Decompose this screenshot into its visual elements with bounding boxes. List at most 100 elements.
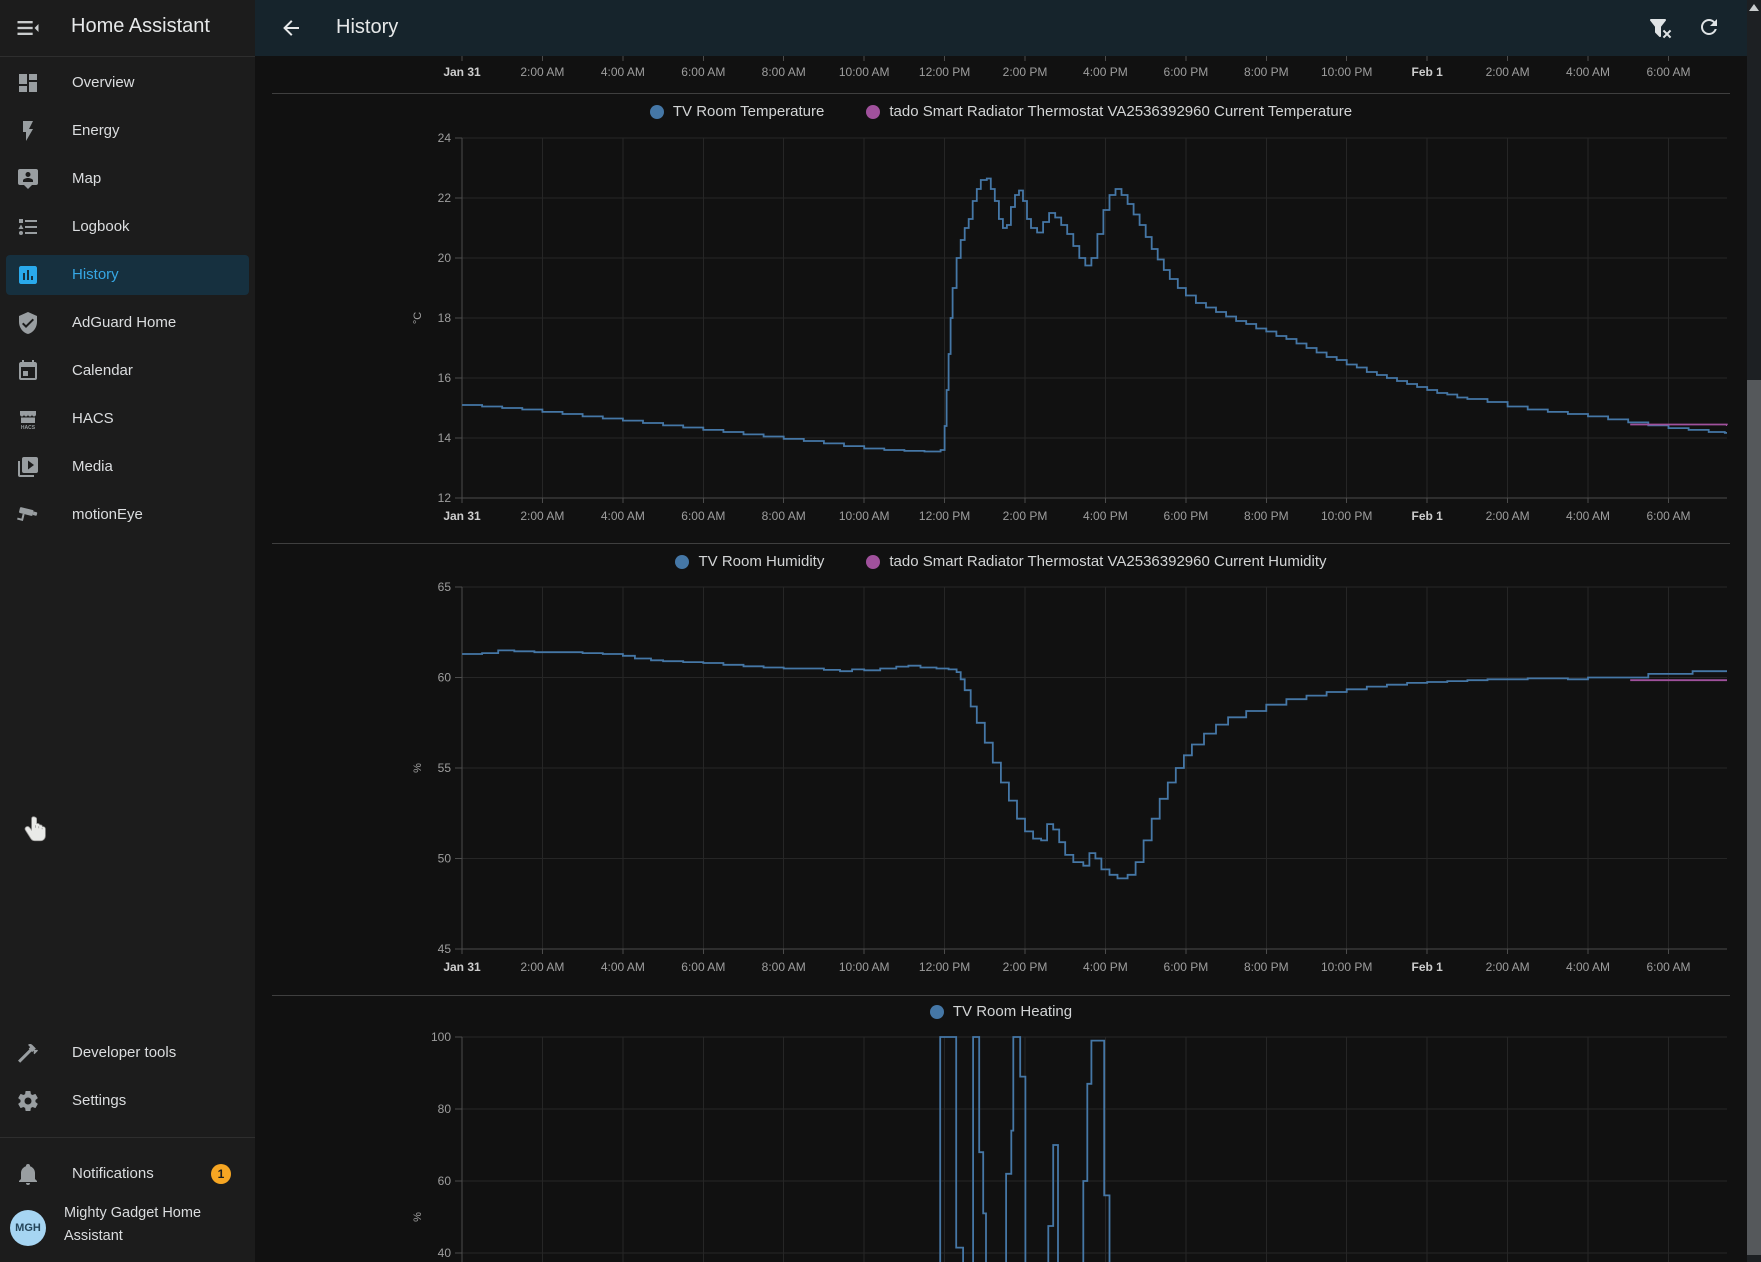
gridlines <box>462 138 1727 498</box>
chart-divider <box>272 93 1730 94</box>
sidebar-item-label: Notifications <box>72 1154 154 1194</box>
x-axis-label: 6:00 PM <box>1164 65 1209 79</box>
filter-remove-icon[interactable] <box>1648 16 1672 40</box>
history-charts-panel: Jan 31 2:00 AM 4:00 AM 6:00 AM 8:00 AM 10:00 … <box>255 56 1747 1262</box>
sidebar-item-settings[interactable]: Settings <box>6 1081 249 1121</box>
legend-item[interactable]: TV Room Heating <box>930 1003 1072 1020</box>
sidebar-item-energy[interactable]: Energy <box>6 111 249 151</box>
sidebar-item-history[interactable]: History <box>6 255 249 295</box>
humidity-chart[interactable]: 6560555045%Jan 312:00 AM4:00 AM6:00 AM8:… <box>255 544 1747 995</box>
y-axis-unit: °C <box>412 312 424 324</box>
profile-name: Mighty Gadget Home Assistant <box>64 1202 234 1248</box>
x-axis-label: 4:00 AM <box>601 509 645 523</box>
avatar[interactable]: MGH <box>10 1210 46 1246</box>
x-axis-label: 12:00 PM <box>919 960 970 974</box>
sidebar-item-logbook[interactable]: Logbook <box>6 207 249 247</box>
x-axis-label: 10:00 AM <box>839 65 890 79</box>
legend-label: tado Smart Radiator Thermostat VA2536392… <box>889 553 1326 570</box>
sidebar-item-calendar[interactable]: Calendar <box>6 351 249 391</box>
chart-divider <box>272 995 1730 996</box>
sidebar-item-adguard-home[interactable]: AdGuard Home <box>6 303 249 343</box>
sidebar-item-label: AdGuard Home <box>72 303 176 343</box>
legend-item[interactable]: tado Smart Radiator Thermostat VA2536392… <box>866 103 1352 120</box>
x-axis-label: 6:00 AM <box>1646 65 1690 79</box>
notifications-badge: 1 <box>211 1164 231 1184</box>
x-axis-label: 4:00 AM <box>1566 960 1610 974</box>
back-arrow-icon[interactable] <box>279 16 303 40</box>
x-axis-label: 8:00 AM <box>762 960 806 974</box>
heating-chart[interactable]: 100806040% <box>255 996 1747 1262</box>
y-axis-label: 24 <box>438 131 452 145</box>
legend-item[interactable]: TV Room Temperature <box>650 103 824 120</box>
scrollbar[interactable] <box>1747 0 1761 1262</box>
x-axis-label: 2:00 AM <box>520 509 564 523</box>
play-box-multiple-icon <box>16 455 40 479</box>
x-axis-label: 4:00 AM <box>601 65 645 79</box>
sidebar-item-hacs[interactable]: HACSHACS <box>6 399 249 439</box>
gridlines <box>462 587 1727 949</box>
sidebar-item-developer-tools[interactable]: Developer tools <box>6 1033 249 1073</box>
svg-text:HACS: HACS <box>21 425 36 431</box>
sidebar: Home Assistant OverviewEnergyMapLogbookH… <box>0 0 255 1262</box>
x-axis-label: 4:00 AM <box>1566 509 1610 523</box>
x-axis-label: 2:00 AM <box>1486 509 1530 523</box>
axis-lines <box>455 138 1727 503</box>
x-axis-label: Jan 31 <box>443 509 481 523</box>
humidity-legend: TV Room Humidity tado Smart Radiator Ther… <box>255 553 1747 570</box>
y-axis-label: 50 <box>438 852 452 866</box>
x-axis-label: 10:00 PM <box>1321 960 1372 974</box>
legend-dot-icon <box>675 555 689 569</box>
bulleted-list-icon <box>16 215 40 239</box>
sidebar-item-map[interactable]: Map <box>6 159 249 199</box>
x-axis-label: 4:00 AM <box>601 960 645 974</box>
sidebar-item-motioneye[interactable]: motionEye <box>6 495 249 535</box>
axis-lines <box>455 587 1727 954</box>
hacs-store-icon: HACS <box>16 407 40 431</box>
y-axis-label: 20 <box>438 251 452 265</box>
y-axis-label: 22 <box>438 191 452 205</box>
tooltip-account-icon <box>16 167 40 191</box>
x-axis-label: Feb 1 <box>1412 509 1444 523</box>
x-axis-label: 6:00 AM <box>681 509 725 523</box>
y-axis-label: 12 <box>438 491 452 505</box>
x-axis-label: 6:00 AM <box>1646 509 1690 523</box>
x-axis-label: 10:00 AM <box>839 960 890 974</box>
x-axis-label: 2:00 AM <box>1486 960 1530 974</box>
x-axis-label: 4:00 PM <box>1083 509 1128 523</box>
sidebar-item-label: Logbook <box>72 207 130 247</box>
legend-dot-icon <box>930 1005 944 1019</box>
cctv-camera-icon <box>16 503 40 527</box>
x-axis-label: 8:00 AM <box>762 509 806 523</box>
sidebar-item-label: Media <box>72 447 113 487</box>
legend-item[interactable]: tado Smart Radiator Thermostat VA2536392… <box>866 553 1326 570</box>
x-axis-label: 4:00 AM <box>1566 65 1610 79</box>
x-axis-label: 2:00 AM <box>1486 65 1530 79</box>
y-axis-unit: % <box>412 763 424 773</box>
x-axis-label: 2:00 AM <box>520 65 564 79</box>
home-assistant-window: { "app": { "sidebar_title": "Home Assist… <box>0 0 1761 1262</box>
scrolled-chart-axis: Jan 312:00 AM4:00 AM6:00 AM8:00 AM10:00 … <box>255 56 1747 93</box>
gridlines <box>462 1037 1727 1262</box>
chart-box-icon <box>16 263 40 287</box>
scrollbar-thumb[interactable] <box>1747 380 1761 1255</box>
x-axis-label: 8:00 AM <box>762 65 806 79</box>
x-axis-label: 2:00 PM <box>1003 960 1048 974</box>
temperature-chart[interactable]: 24222018161412°CJan 312:00 AM4:00 AM6:00… <box>255 94 1747 543</box>
series-line <box>1630 425 1727 426</box>
sidebar-item-label: Developer tools <box>72 1033 176 1073</box>
sidebar-item-media[interactable]: Media <box>6 447 249 487</box>
scroll-up-button[interactable] <box>1749 4 1759 11</box>
temperature-chart-section: 24222018161412°CJan 312:00 AM4:00 AM6:00… <box>255 94 1747 543</box>
x-axis-label: 10:00 PM <box>1321 509 1372 523</box>
legend-item[interactable]: TV Room Humidity <box>675 553 824 570</box>
sidebar-item-label: Energy <box>72 111 120 151</box>
sidebar-item-overview[interactable]: Overview <box>6 63 249 103</box>
shield-check-icon <box>16 311 40 335</box>
x-axis-label: 10:00 AM <box>839 509 890 523</box>
refresh-icon[interactable] <box>1697 15 1721 39</box>
sidebar-toggle-menu-icon[interactable] <box>14 14 42 42</box>
x-axis-label: 2:00 PM <box>1003 65 1048 79</box>
sidebar-item-label: Calendar <box>72 351 133 391</box>
series-line <box>462 650 1727 878</box>
x-axis-label: 8:00 PM <box>1244 960 1289 974</box>
